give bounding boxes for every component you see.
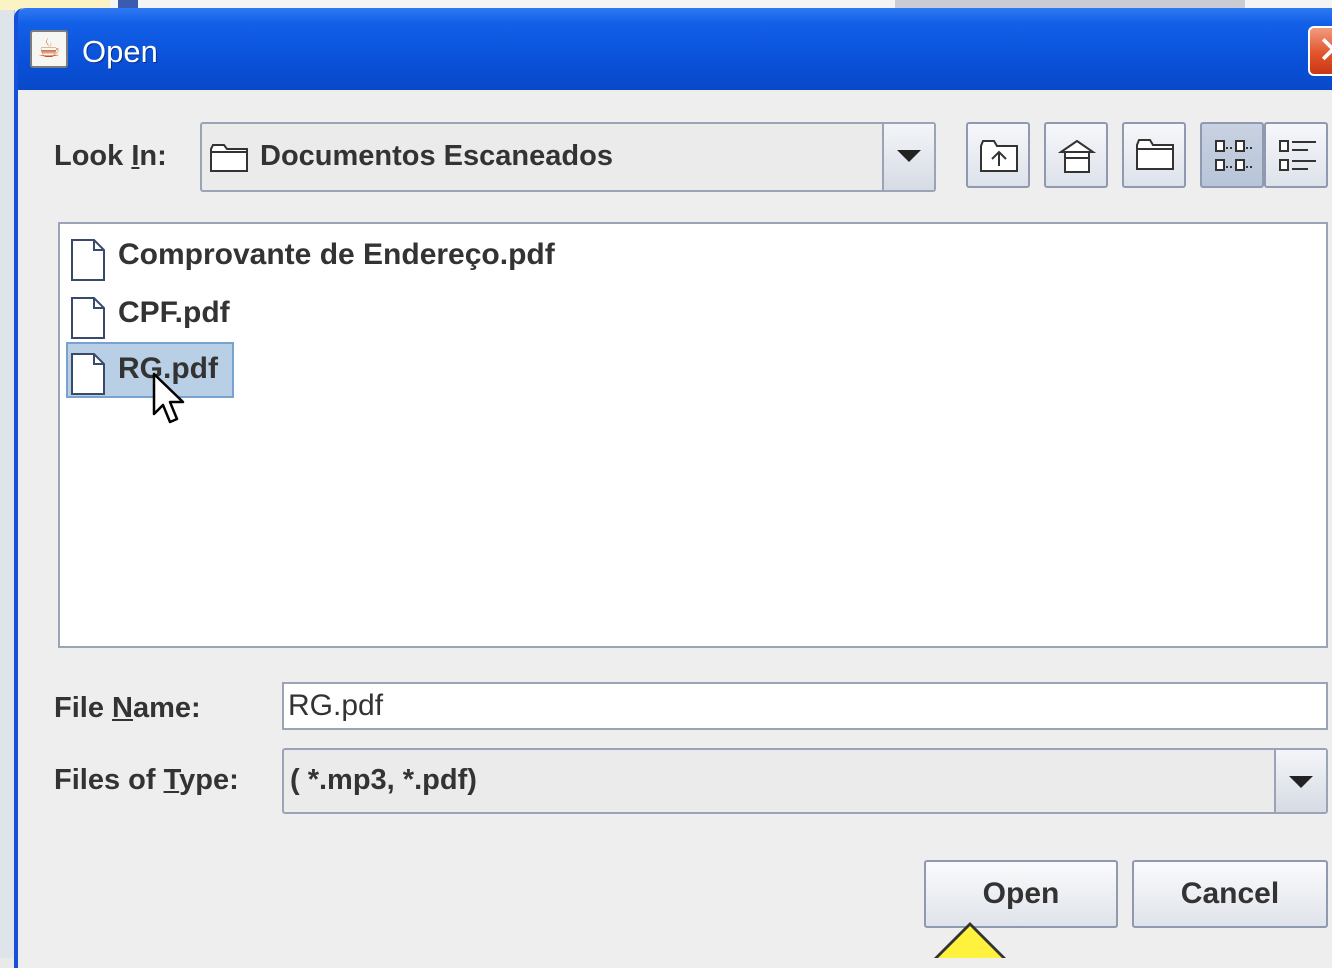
java-app-icon: ☕ xyxy=(30,30,68,68)
look-in-value: Documentos Escaneados xyxy=(260,140,613,172)
file-name-label: Comprovante de Endereço.pdf xyxy=(118,238,555,271)
file-name-input[interactable] xyxy=(282,682,1328,730)
chevron-down-icon[interactable] xyxy=(882,124,934,190)
close-button[interactable]: ✕ xyxy=(1308,26,1332,76)
home-icon xyxy=(1058,139,1096,173)
look-in-label: Look In: xyxy=(54,140,167,172)
background-window-fragment xyxy=(895,0,1245,8)
title-bar[interactable]: ☕ Open ✕ xyxy=(18,8,1332,90)
details-view-button[interactable] xyxy=(1264,122,1328,188)
tooltip-pointer xyxy=(938,926,1002,958)
files-of-type-combobox[interactable]: ( *.mp3, *.pdf) xyxy=(282,748,1328,814)
document-icon xyxy=(71,353,105,395)
file-list-item-selected[interactable]: RG.pdf xyxy=(66,342,234,398)
up-one-level-icon xyxy=(980,140,1018,172)
file-name-field[interactable] xyxy=(284,684,1326,728)
file-list[interactable]: Comprovante de Endereço.pdf CPF.pdf RG.p… xyxy=(58,222,1328,648)
new-folder-button[interactable] xyxy=(1122,122,1186,188)
file-name-label: CPF.pdf xyxy=(118,296,230,329)
details-view-icon xyxy=(1279,140,1316,171)
look-in-combobox[interactable]: Documentos Escaneados xyxy=(200,122,936,192)
files-of-type-value: ( *.mp3, *.pdf) xyxy=(290,764,477,796)
dialog-title: Open xyxy=(82,34,158,69)
background-window-edge xyxy=(0,0,15,958)
up-one-level-button[interactable] xyxy=(966,122,1030,188)
open-file-dialog: ☕ Open ✕ Look In: Documentos Escaneados xyxy=(14,8,1332,968)
file-name-label: File Name: xyxy=(54,692,201,724)
file-list-item[interactable]: CPF.pdf xyxy=(66,286,266,342)
new-folder-icon xyxy=(1136,139,1174,170)
document-icon xyxy=(71,297,105,339)
chevron-down-icon[interactable] xyxy=(1274,750,1326,812)
document-icon xyxy=(71,239,105,281)
folder-icon xyxy=(210,144,248,172)
mouse-cursor-icon xyxy=(152,372,185,424)
file-list-item[interactable]: Comprovante de Endereço.pdf xyxy=(66,228,606,284)
files-of-type-label: Files of Type: xyxy=(54,764,239,796)
open-button[interactable]: Open xyxy=(924,860,1118,928)
list-view-icon xyxy=(1215,140,1252,171)
home-button[interactable] xyxy=(1044,122,1108,188)
cancel-button[interactable]: Cancel xyxy=(1132,860,1328,928)
list-view-button[interactable] xyxy=(1200,122,1264,188)
